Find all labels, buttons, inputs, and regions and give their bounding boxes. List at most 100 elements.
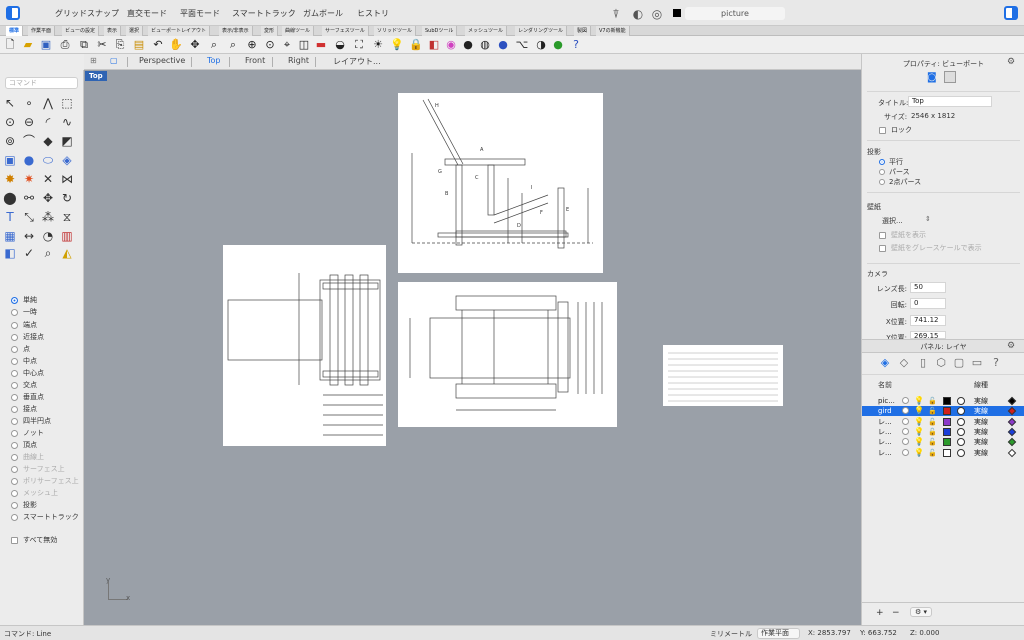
extrude-curve-icon[interactable]: ◩ (59, 133, 75, 149)
material-icon[interactable] (957, 407, 965, 416)
lock-icon[interactable]: 🔓 (928, 448, 937, 458)
zoom-window-icon[interactable]: ⌕ (226, 38, 240, 52)
planar-button[interactable]: 平面モード (180, 8, 220, 19)
lock-icon[interactable]: 🔓 (928, 437, 937, 447)
title-field[interactable]: Top (908, 96, 992, 107)
snap-near[interactable]: 近接点 (11, 331, 44, 343)
projection-perspective-radio[interactable]: パース (879, 167, 910, 177)
layer-color-swatch[interactable] (943, 407, 951, 416)
layer-linetype-column[interactable]: 線種 (974, 380, 988, 390)
add-layer-button[interactable]: + (876, 608, 884, 618)
print-color-icon[interactable] (1007, 407, 1017, 416)
print-color-icon[interactable] (1007, 427, 1017, 437)
display-icon[interactable]: ▭ (970, 356, 984, 370)
scale-icon[interactable]: ⤡ (21, 209, 37, 225)
lock-icon[interactable]: 🔓 (928, 427, 937, 437)
tab-visibility[interactable]: 表示/非表示 (219, 26, 253, 36)
tab-display[interactable]: 表示 (104, 26, 122, 36)
car-icon[interactable]: ▬ (314, 38, 328, 52)
layer-row[interactable]: pic... 💡 🔓 実線 (862, 396, 1024, 406)
layer-linetype[interactable]: 実線 (974, 406, 988, 416)
parts-list-sheet[interactable] (663, 345, 783, 406)
box-outline-icon[interactable]: ▢ (952, 356, 966, 370)
snap-on-polysurface[interactable]: ポリサーフェス上 (11, 475, 79, 487)
tab-front[interactable]: Front (245, 56, 265, 65)
lock-checkbox[interactable]: ロック (879, 125, 912, 135)
sphere-icon[interactable]: ● (21, 152, 37, 168)
layer-name[interactable]: レ... (878, 427, 892, 437)
group-icon[interactable]: ⚯ (21, 190, 37, 206)
rectangle-icon[interactable]: ⬚ (59, 95, 75, 111)
copy-icon[interactable]: ⎘ (113, 38, 127, 52)
filter-icon[interactable]: ⍒ (609, 7, 623, 21)
layer-row[interactable]: レ... 💡 🔓 実線 (862, 427, 1024, 437)
zoom-selected-icon[interactable]: ⊙ (263, 38, 277, 52)
lightbulb-icon[interactable]: 💡 (914, 406, 924, 416)
options-icon[interactable]: ◑ (534, 38, 548, 52)
layer-linetype[interactable]: 実線 (974, 427, 988, 437)
box-icon[interactable]: ▣ (2, 152, 18, 168)
material-icon[interactable] (957, 427, 965, 436)
tab-top[interactable]: Top (207, 56, 221, 65)
tab-layout[interactable]: レイアウト... (333, 56, 381, 67)
select-arrow-icon[interactable]: ↖ (2, 95, 18, 111)
layer-linetype[interactable]: 実線 (974, 417, 988, 427)
wallpaper-select[interactable]: 選択... (882, 216, 903, 226)
layer-options-button[interactable]: ⚙ ▾ (910, 607, 933, 617)
material-icon[interactable] (957, 417, 965, 426)
text-icon[interactable]: T (2, 209, 18, 225)
import-icon[interactable]: ⧉ (77, 38, 91, 52)
offset-icon[interactable]: ⊚ (2, 133, 18, 149)
render-preview-icon[interactable]: ◍ (478, 38, 492, 52)
gear-icon[interactable]: ⚙ (1007, 57, 1015, 67)
layer-color-swatch[interactable] (943, 417, 951, 426)
tab-new-in-v7[interactable]: V7の新機能 (596, 26, 630, 36)
solid-tools-icon[interactable]: ◧ (2, 245, 18, 261)
viewport-title[interactable]: Top (85, 71, 107, 81)
rotation-field[interactable]: 0 (910, 298, 946, 309)
wallpaper-gray-checkbox[interactable]: 壁紙をグレースケールで表示 (879, 243, 982, 253)
snap-intersection[interactable]: 交点 (11, 379, 37, 391)
units-label[interactable]: ミリメートル (710, 629, 752, 639)
snap-on-surface[interactable]: サーフェス上 (11, 463, 65, 475)
current-layer-radio-icon[interactable] (902, 448, 909, 456)
print-color-icon[interactable] (1007, 396, 1017, 406)
lightbulb-icon[interactable]: 💡 (914, 448, 924, 458)
shade-icon[interactable]: ◒ (333, 38, 347, 52)
mesh-icon[interactable]: ◈ (59, 152, 75, 168)
material-icon[interactable] (957, 397, 965, 405)
cut-icon[interactable]: ✂ (95, 38, 109, 52)
tab-subd-tools[interactable]: SubDツール (422, 26, 458, 36)
tab-transform[interactable]: 変形 (261, 26, 279, 36)
single-viewport-icon[interactable]: ▢ (110, 56, 118, 65)
layer-color-swatch[interactable] (943, 427, 951, 436)
grid-snap-button[interactable]: グリッドスナップ (55, 8, 119, 19)
point-icon[interactable]: ∘ (21, 95, 37, 111)
material-icon[interactable] (957, 438, 965, 447)
layer-row[interactable]: レ... 💡 🔓 実線 (862, 417, 1024, 427)
tab-solid-tools[interactable]: ソリッドツール (374, 26, 417, 36)
projection-parallel-radio[interactable]: 平行 (879, 157, 903, 167)
lightbulb-icon[interactable]: 💡 (390, 38, 404, 52)
zoom-icon[interactable]: ⌕ (207, 38, 221, 52)
command-history[interactable]: コマンド: Line (4, 629, 51, 639)
chair-plan-drawing[interactable] (223, 245, 386, 446)
tab-perspective[interactable]: Perspective (139, 56, 185, 65)
snap-smart-track[interactable]: スマートトラック (11, 511, 79, 523)
tab-mesh-tools[interactable]: メッシュツール (465, 26, 508, 36)
print-color-icon[interactable] (1007, 437, 1017, 447)
snap-knot[interactable]: ノット (11, 427, 44, 439)
open-file-icon[interactable]: ▰ (21, 38, 35, 52)
layer-color-swatch[interactable] (943, 438, 951, 447)
current-layer-radio-icon[interactable] (902, 407, 909, 415)
current-layer-radio-icon[interactable] (902, 417, 909, 425)
named-views-icon[interactable]: ⌖ (280, 38, 294, 52)
tab-curve-tools[interactable]: 曲線ツール (282, 26, 315, 36)
layer-linetype[interactable]: 実線 (974, 437, 988, 447)
tab-viewport-layout[interactable]: ビューポートレイアウト (148, 26, 211, 36)
history-button[interactable]: ヒストリ (357, 8, 389, 19)
lighting-icon[interactable]: ☀ (371, 38, 385, 52)
current-layer-radio-icon[interactable] (902, 397, 909, 404)
left-panel-toggle-icon[interactable] (6, 6, 20, 20)
layer-name[interactable]: レ... (878, 417, 892, 427)
